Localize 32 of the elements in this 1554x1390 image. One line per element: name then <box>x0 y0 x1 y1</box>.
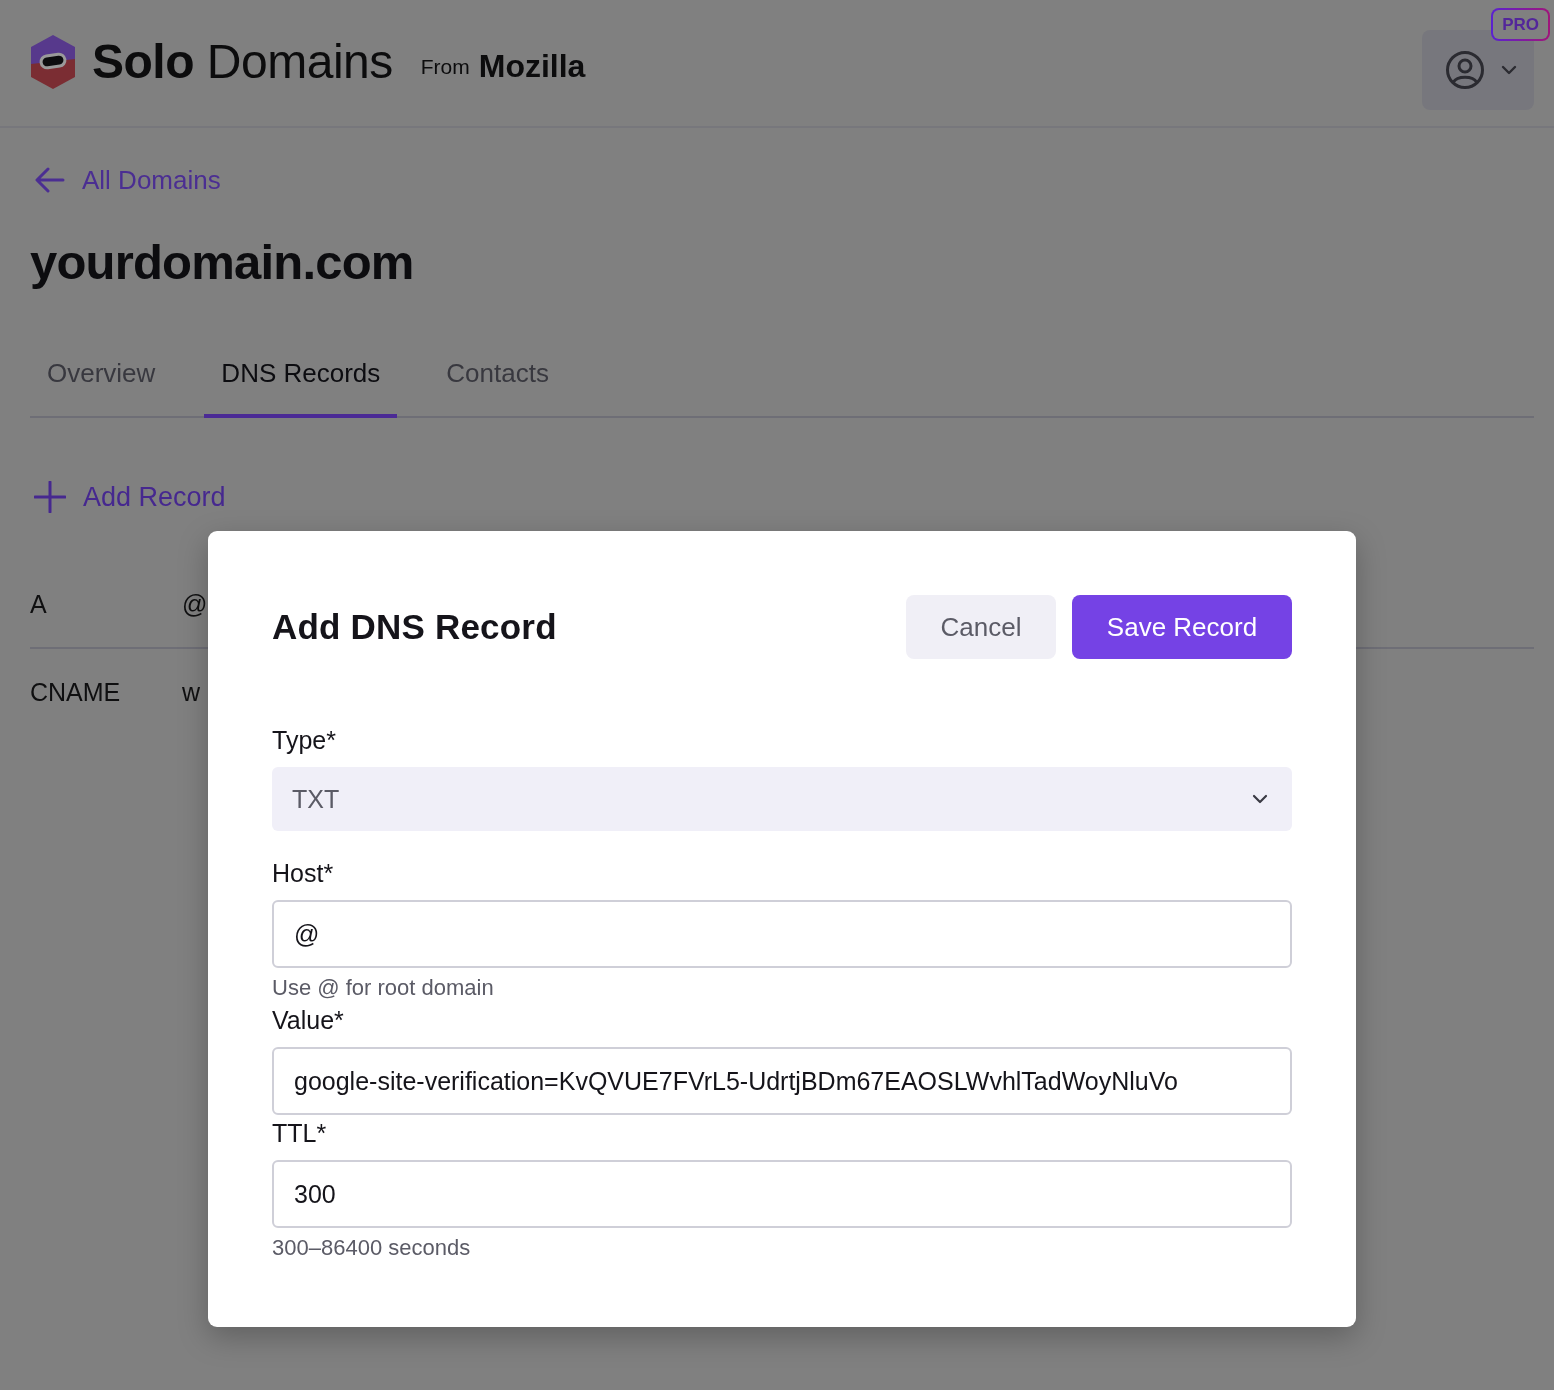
brand-text: Mozilla <box>478 47 586 85</box>
plus-icon <box>34 481 66 513</box>
input-field[interactable]: 300 <box>272 1160 1292 1228</box>
dialog-title: Add DNS Record <box>272 607 557 647</box>
pro-badge: PRO <box>1491 8 1550 41</box>
tab[interactable]: DNS Records <box>204 350 398 418</box>
record-host-cell: w <box>182 677 201 707</box>
save-button[interactable]: Save Record <box>1072 595 1292 659</box>
record-type-cell-text: A <box>30 589 48 619</box>
account-button[interactable] <box>1422 30 1534 110</box>
field-label: Host* <box>272 858 335 889</box>
hint-text: Use @ for root domain <box>272 974 495 1002</box>
field-label: TTL* <box>272 1118 328 1149</box>
tab[interactable]: Overview <box>30 350 173 418</box>
select-field[interactable]: TXT <box>272 767 1292 831</box>
chevron-down-icon <box>1501 65 1517 75</box>
logo-icon <box>30 34 76 90</box>
domain-title: yourdomain.com <box>30 234 415 290</box>
logo-text: Solo Domains <box>92 38 393 86</box>
record-type-cell-text: CNAME <box>30 677 122 707</box>
field-label: Type* <box>272 725 337 756</box>
input-field[interactable]: @ <box>272 900 1292 968</box>
chevron-down-icon <box>1252 794 1268 804</box>
cancel-button[interactable]: Cancel <box>906 595 1056 659</box>
user-icon <box>1445 50 1485 90</box>
hint-text: 300–86400 seconds <box>272 1234 472 1262</box>
arrow-left-icon <box>35 167 65 193</box>
from-text: From <box>420 55 470 79</box>
input-field[interactable]: google-site-verification=KvQVUE7FVrL5-UdrtjBDm67EAOSLWvhlTadWoyNluVo <box>272 1047 1292 1115</box>
field-label: Value* <box>272 1005 345 1036</box>
tab[interactable]: Contacts <box>429 350 566 418</box>
record-host-cell: @ <box>182 589 208 619</box>
